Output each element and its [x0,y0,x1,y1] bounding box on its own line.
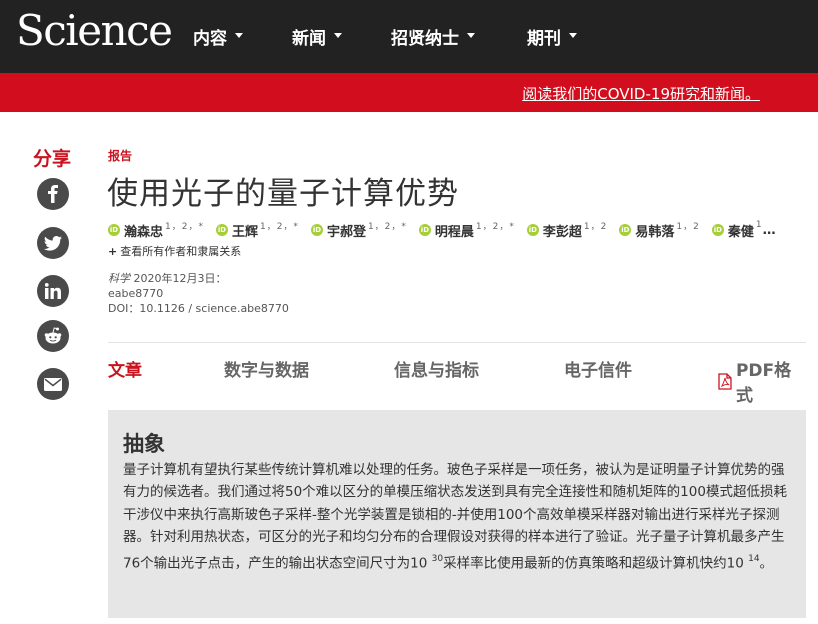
author-link[interactable]: iD 明程晨 1，2，* [418,221,515,240]
abstract-heading: 抽象 [123,432,165,456]
orcid-icon: iD [711,224,724,236]
tab-info-metrics[interactable]: 信息与指标 [394,356,479,381]
publication-line: 科学 2020年12月3日： [108,272,227,285]
share-heading: 分享 [33,148,72,170]
chevron-down-icon [569,33,577,38]
show-all-authors-link[interactable]: + 查看所有作者和隶属关系 [108,243,241,259]
chevron-down-icon [235,33,243,38]
author-link[interactable]: iD 宇郝登 1，2，* [310,221,407,240]
reddit-icon[interactable] [37,320,69,352]
nav-careers[interactable]: 招贤纳士 [391,0,475,73]
orcid-icon: iD [215,224,228,236]
site-header: Science 内容 新闻 招贤纳士 期刊 [0,0,818,73]
author-link[interactable]: iD 瀚森忠 1，2，* [108,221,204,240]
nav-content[interactable]: 内容 [193,0,243,73]
divider [108,342,806,343]
abstract-section: 抽象 量子计算机有望执行某些传统计算机难以处理的任务。玻色子采样是一项任务，被认… [108,410,806,618]
twitter-icon[interactable] [37,227,69,259]
orcid-icon: iD [108,224,120,236]
tab-figures-data[interactable]: 数字与数据 [224,356,309,381]
covid-banner: 阅读我们的COVID-19研究和新闻。 [0,73,818,112]
tab-pdf[interactable]: PDF格式 [718,356,808,406]
chevron-down-icon [467,33,475,38]
author-list: iD 瀚森忠 1，2，* iD 王辉 1，2，* iD 宇郝登 1，2，* iD 明程晨 1，2… [108,220,808,240]
article-tabs: 文章 数字与数据 信息与指标 电子信件 PDF格式 [108,356,808,406]
orcid-icon: iD [310,224,323,236]
science-logo[interactable]: Science [16,6,173,55]
linkedin-icon[interactable] [37,275,69,307]
plus-icon: + [108,245,118,258]
author-link[interactable]: iD 李彭超 1，2 [526,221,607,240]
article-type: 报告 [108,149,133,163]
doi[interactable]: DOI：10.1126 / science.abe8770 [108,301,289,316]
facebook-icon[interactable] [37,178,69,210]
nav-news[interactable]: 新闻 [292,0,342,73]
orcid-icon: iD [526,224,539,236]
article-title: 使用光子的量子计算优势 [107,176,459,212]
covid-link[interactable]: 阅读我们的COVID-19研究和新闻。 [522,83,760,104]
email-icon[interactable] [37,368,69,400]
orcid-icon: iD [418,224,431,236]
author-link[interactable]: iD 王辉 1，2，* [215,221,299,240]
pdf-icon [718,372,732,390]
article-meta: 科学 2020年12月3日： eabe8770 DOI：10.1126 / sc… [108,271,289,316]
article-id: eabe8770 [108,287,164,300]
tab-article[interactable]: 文章 [108,356,142,381]
chevron-down-icon [334,33,342,38]
author-link[interactable]: iD 秦健 1… [711,220,776,240]
tab-eletters[interactable]: 电子信件 [564,356,632,381]
orcid-icon: iD [619,224,632,236]
abstract-text: 量子计算机有望执行某些传统计算机难以处理的任务。玻色子采样是一项任务，被认为是证… [123,462,787,572]
author-link[interactable]: iD 易韩落 1，2 [619,221,699,240]
nav-journals[interactable]: 期刊 [527,0,577,73]
